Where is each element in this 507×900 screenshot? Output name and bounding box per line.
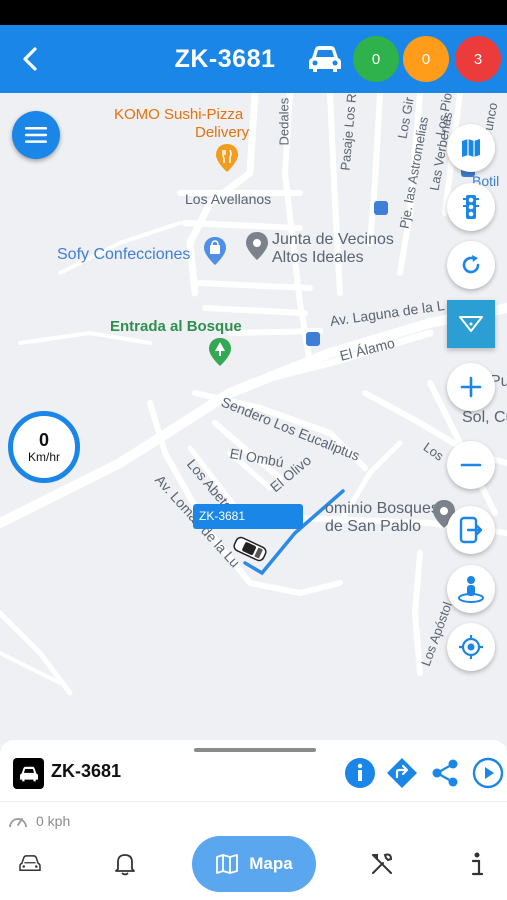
info-button[interactable] (343, 756, 377, 790)
tab-tools[interactable] (352, 834, 412, 894)
status-bar (0, 0, 507, 25)
tab-alerts[interactable] (95, 834, 155, 894)
tools-icon (372, 853, 393, 874)
speed-row: 0 kph (8, 812, 70, 830)
bottom-tab-bar: Mapa (0, 834, 507, 896)
zoom-out-button[interactable] (447, 441, 495, 489)
tab-map[interactable]: Mapa (192, 836, 316, 892)
map-icon (216, 854, 239, 874)
minus-icon (460, 463, 482, 467)
zoom-in-button[interactable] (447, 363, 495, 411)
play-icon (472, 757, 504, 789)
vehicle-label[interactable]: ZK-3681 (193, 504, 303, 529)
tab-info[interactable] (447, 834, 507, 894)
poi-junta-name-2: Altos Ideales (272, 249, 364, 266)
crosshair-icon (459, 635, 483, 659)
refresh-icon (462, 255, 480, 274)
speedometer: 0 Km/hr (8, 411, 80, 483)
filter-icon (459, 316, 483, 332)
status-count-green[interactable]: 0 (353, 36, 399, 82)
speed-value: 0 kph (36, 813, 71, 829)
locate-button[interactable] (447, 623, 495, 671)
directions-button[interactable] (385, 756, 419, 790)
plus-icon (460, 376, 482, 398)
vehicle-marker-icon[interactable] (230, 536, 270, 567)
street-dedales: Dedales (276, 97, 292, 146)
map-icon (462, 139, 480, 157)
play-button[interactable] (471, 756, 505, 790)
info-icon (471, 852, 484, 876)
panel-vehicle-name: ZK-3681 (51, 761, 122, 781)
street-avellanos: Los Avellanos (185, 191, 272, 207)
menu-button[interactable] (12, 111, 60, 159)
share-button[interactable] (428, 756, 462, 790)
poi-edge-sol: Sol, Cu (462, 409, 507, 426)
speedometer-value: 0 (38, 430, 49, 450)
speedometer-unit: Km/hr (27, 450, 60, 464)
bus-stop-icon[interactable] (306, 332, 320, 346)
pegman-icon (458, 576, 484, 603)
exit-button[interactable] (447, 506, 495, 554)
status-count-orange[interactable]: 0 (403, 36, 449, 82)
refresh-button[interactable] (447, 241, 495, 289)
map-view[interactable]: KOMO Sushi-Pizza Delivery Los Avellanos … (0, 93, 507, 743)
share-icon (432, 759, 458, 787)
gauge-icon (9, 818, 27, 828)
street-view-button[interactable] (447, 565, 495, 613)
poi-condominio-name-2: de San Pablo (325, 518, 422, 535)
page-title: ZK-3681 (174, 45, 276, 73)
traffic-light-icon (463, 195, 479, 219)
panel-car-icon (13, 758, 44, 789)
map-layers-button[interactable] (447, 124, 495, 172)
poi-junta-name: Junta de Vecinos (272, 231, 394, 248)
shopping-pin-icon[interactable] (203, 236, 227, 271)
poi-condominio-name: ominio Bosques (325, 500, 439, 517)
restaurant-pin-icon[interactable] (215, 143, 239, 178)
chevron-left-icon (23, 47, 37, 71)
traffic-button[interactable] (447, 183, 495, 231)
bell-icon (115, 854, 135, 876)
exit-icon (459, 516, 483, 544)
hamburger-icon (25, 127, 47, 143)
status-count-red[interactable]: 3 (455, 36, 501, 82)
poi-komo-name-2: Delivery (195, 124, 250, 141)
poi-sofy-name: Sofy Confecciones (57, 246, 191, 263)
app-header: ZK-3681 0 0 3 (0, 25, 507, 93)
directions-icon (387, 758, 417, 788)
panel-divider (0, 801, 507, 802)
place-pin-icon[interactable] (245, 231, 269, 266)
poi-entrada-name: Entrada al Bosque (110, 318, 242, 335)
car-icon[interactable] (306, 43, 344, 80)
poi-komo-name: KOMO Sushi-Pizza (114, 106, 244, 123)
tab-map-label: Mapa (249, 854, 293, 873)
park-pin-icon[interactable] (208, 337, 232, 372)
info-icon (345, 758, 375, 788)
back-button[interactable] (10, 39, 50, 79)
filter-button[interactable] (447, 300, 495, 348)
car-icon (19, 855, 41, 871)
bus-stop-icon[interactable] (374, 201, 388, 215)
drag-handle[interactable] (194, 748, 316, 752)
tab-vehicles[interactable] (0, 834, 60, 894)
